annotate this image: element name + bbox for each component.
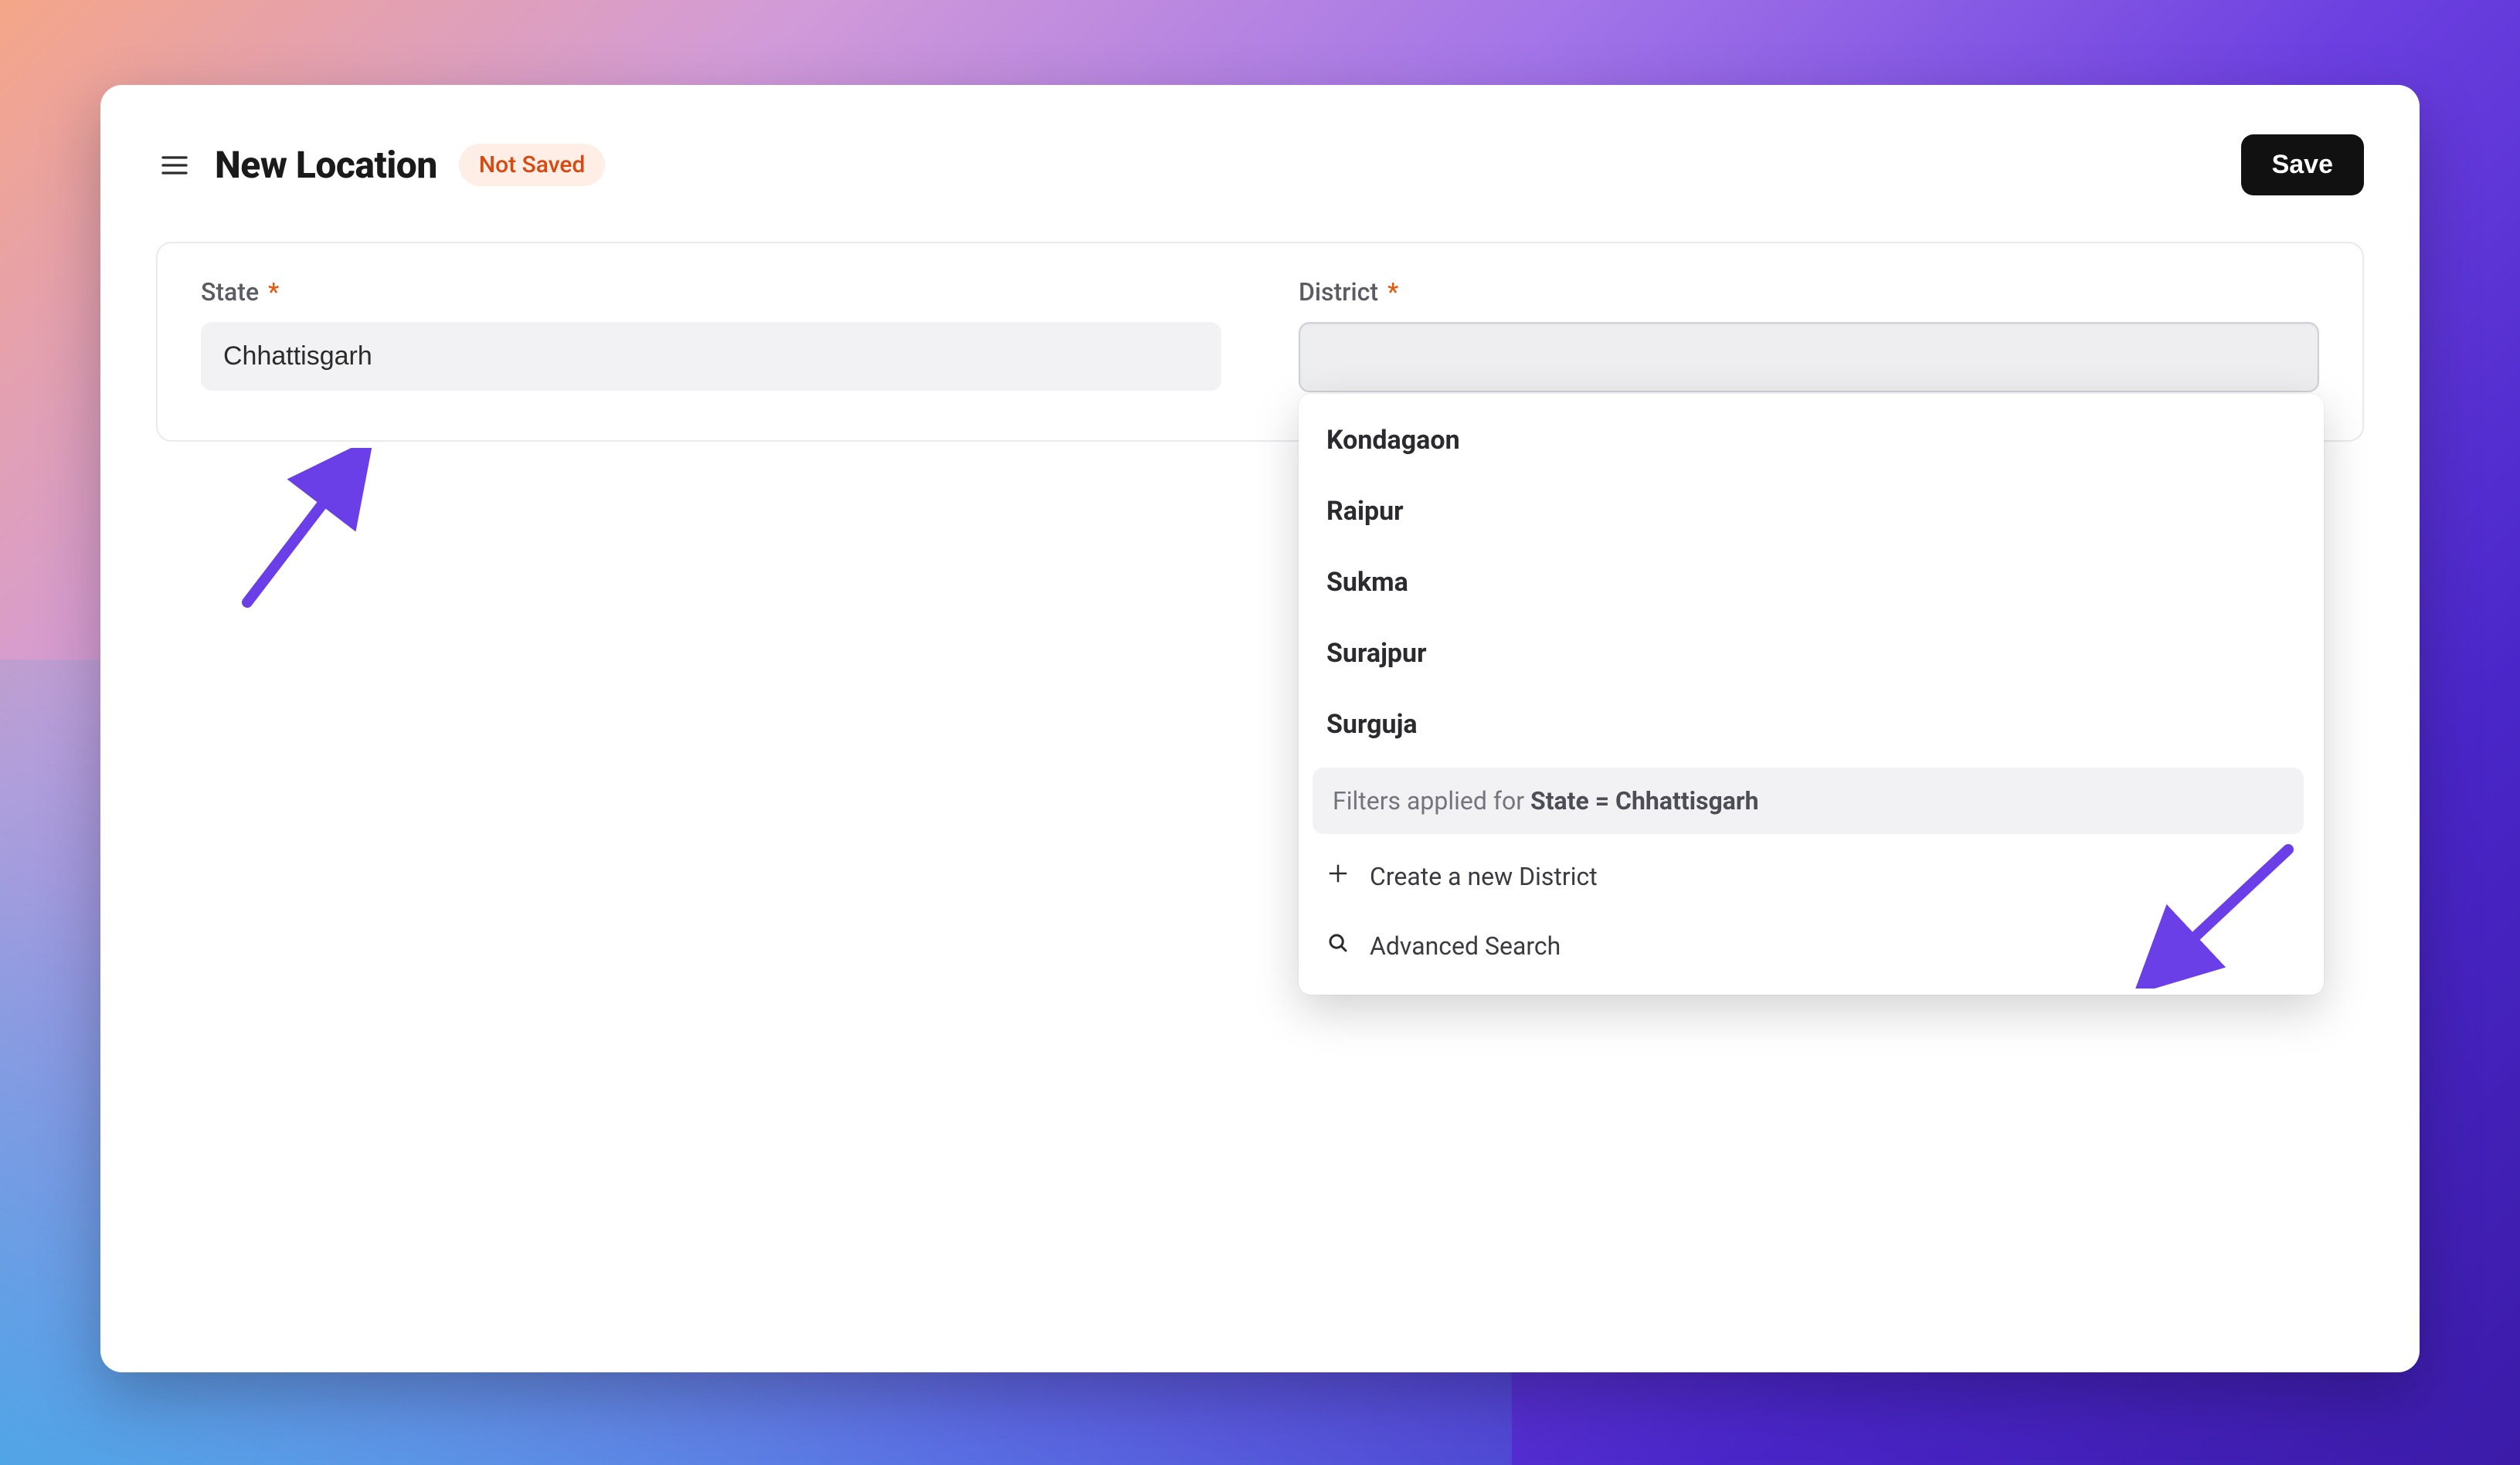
district-dropdown: Kondagaon Raipur Sukma Surajpur Surguja … (1299, 394, 2324, 995)
search-icon (1326, 931, 1350, 961)
required-marker: * (268, 277, 279, 307)
advanced-search[interactable]: Advanced Search (1306, 911, 2310, 981)
state-input[interactable] (201, 322, 1221, 391)
menu-icon[interactable] (156, 147, 193, 184)
filter-prefix: Filters applied for (1333, 786, 1530, 816)
annotation-arrow-icon (232, 448, 379, 618)
page-header: New Location Not Saved Save (156, 134, 2364, 195)
advanced-label: Advanced Search (1370, 931, 1561, 961)
district-input[interactable] (1299, 322, 2319, 392)
district-field: District * Kondagaon Raipur Sukma Surajp… (1299, 277, 2319, 392)
save-button[interactable]: Save (2241, 134, 2364, 195)
dropdown-option[interactable]: Kondagaon (1306, 405, 2310, 476)
dropdown-option[interactable]: Sukma (1306, 547, 2310, 618)
page-title: New Location (215, 143, 437, 187)
filter-condition: State = Chhattisgarh (1530, 786, 1759, 816)
create-new-district[interactable]: Create a new District (1306, 842, 2310, 911)
filter-note: Filters applied for State = Chhattisgarh (1313, 768, 2304, 834)
state-field: State * (201, 277, 1221, 392)
state-label-text: State (201, 277, 259, 307)
form-card: New Location Not Saved Save State * Dist… (100, 85, 2420, 1372)
state-label: State * (201, 277, 1221, 307)
form-panel: State * District * Kondagaon Raipur Sukm… (156, 242, 2364, 442)
district-label: District * (1299, 277, 2319, 307)
dropdown-scroll[interactable]: Kondagaon Raipur Sukma Surajpur Surguja … (1306, 405, 2316, 981)
dropdown-option[interactable]: Surajpur (1306, 618, 2310, 689)
plus-icon (1326, 862, 1350, 891)
dropdown-option[interactable]: Surguja (1306, 689, 2310, 760)
dropdown-option[interactable]: Raipur (1306, 476, 2310, 547)
district-label-text: District (1299, 277, 1378, 307)
create-label: Create a new District (1370, 862, 1598, 891)
status-badge: Not Saved (459, 144, 606, 186)
required-marker: * (1387, 277, 1398, 307)
